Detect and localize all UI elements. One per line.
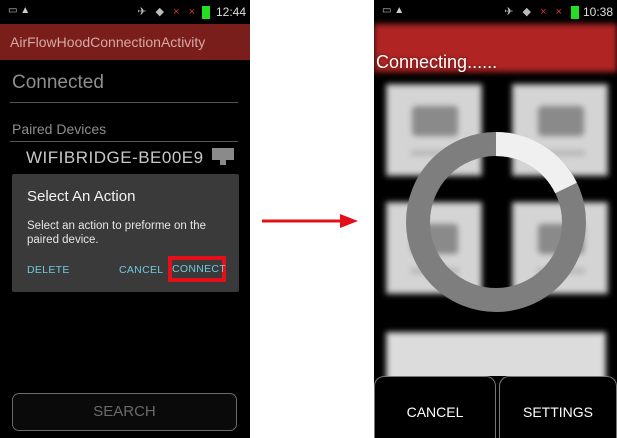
right-phone-screen: ▭ ▲ ✈ ◆ × × 10:38 Connecting...... CANCE… — [374, 0, 617, 438]
status-time: 12:44 — [215, 5, 246, 19]
device-chip-icon — [212, 148, 234, 165]
notification-icons: ▭ ▲ — [8, 5, 31, 16]
connect-button[interactable]: CONNECT — [168, 256, 226, 282]
status-bar: ▭ ▲ ✈ ◆ × × 10:38 — [374, 0, 617, 24]
dialog-title: Select An Action — [27, 188, 136, 205]
notification-icons: ▭ ▲ — [382, 5, 405, 16]
loading-spinner-icon — [406, 132, 586, 312]
status-icons: ✈ ◆ × × — [137, 6, 198, 18]
transition-arrow-icon — [262, 214, 358, 228]
battery-icon — [202, 6, 210, 19]
status-time: 10:38 — [582, 5, 613, 19]
cancel-button[interactable]: CANCEL — [374, 376, 496, 438]
paired-devices-header: Paired Devices — [12, 121, 107, 137]
status-icons: ✈ ◆ × × — [504, 6, 565, 18]
search-button[interactable]: SEARCH — [12, 393, 237, 431]
cancel-button[interactable]: CANCEL — [119, 264, 163, 276]
divider — [10, 102, 238, 103]
progress-title: Connecting...... — [376, 52, 498, 72]
left-phone-screen: ▭ ▲ ✈ ◆ × × 12:44 AirFlowHoodConnectionA… — [0, 0, 250, 438]
dialog-message: Select an action to preforme on the pair… — [27, 220, 206, 246]
delete-button[interactable]: DELETE — [27, 264, 70, 276]
paired-device-item[interactable]: WIFIBRIDGE-BE00E9 — [10, 140, 242, 174]
settings-button[interactable]: SETTINGS — [499, 376, 617, 438]
device-name: WIFIBRIDGE-BE00E9 — [26, 148, 204, 167]
battery-icon — [571, 6, 579, 19]
bottom-button-bar: CANCEL SETTINGS — [374, 376, 617, 438]
select-action-dialog: Select An Action Select an action to pre… — [12, 174, 239, 292]
status-bar: ▭ ▲ ✈ ◆ × × 12:44 — [0, 0, 250, 24]
activity-title: AirFlowHoodConnectionActivity — [0, 24, 250, 60]
connection-status: Connected — [12, 72, 104, 93]
